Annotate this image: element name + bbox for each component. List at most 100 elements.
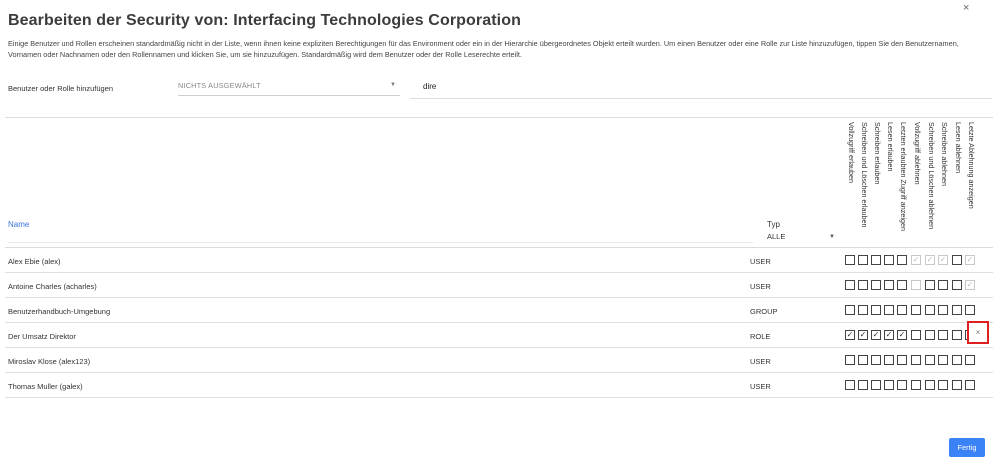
permission-checkbox[interactable]: ✓ [871,330,881,340]
close-dialog-button[interactable]: × [963,2,969,14]
permission-checkbox[interactable] [858,355,868,365]
permission-checkbox[interactable] [897,305,907,315]
permission-checkbox[interactable] [858,255,868,265]
add-user-role-label: Benutzer oder Rolle hinzufügen [8,84,114,93]
add-select-value: NICHTS AUSGEWÄHLT [178,81,261,90]
permission-checkbox[interactable] [952,330,962,340]
permission-checkbox: ✓ [925,255,935,265]
permission-checkbox[interactable]: ✓ [845,330,855,340]
permission-checkbox[interactable] [952,280,962,290]
permission-checkbox [911,280,921,290]
permission-checkbox[interactable] [884,355,894,365]
permission-column-header: Lesen erlauben [884,122,897,242]
permission-checkbox[interactable] [925,380,935,390]
table-row: Der Umsatz Direktor ROLE ✓ ✓ ✓ ✓ ✓ [5,323,993,348]
add-user-role-select[interactable]: NICHTS AUSGEWÄHLT ▼ [178,78,400,96]
permission-checkbox[interactable]: ✓ [858,330,868,340]
permission-checkbox[interactable] [845,255,855,265]
permission-column-header: Letzte Ablehnung anzeigen [965,122,978,242]
row-name: Benutzerhandbuch-Umgebung [8,307,111,316]
permission-column-label: Vollzugriff ablehnen [913,122,922,185]
permission-checkbox[interactable]: ✓ [884,330,894,340]
row-name: Thomas Muller (galex) [8,382,83,391]
permission-checkbox[interactable] [858,305,868,315]
permission-checkbox[interactable] [884,380,894,390]
row-type: USER [750,357,771,366]
dialog-description: Einige Benutzer und Rollen erscheinen st… [8,39,959,59]
permission-checkbox: ✓ [965,280,975,290]
row-name: Antoine Charles (acharles) [8,282,97,291]
permission-checkbox[interactable] [858,380,868,390]
permission-checkbox[interactable] [925,280,935,290]
permission-checkbox[interactable] [845,355,855,365]
permission-checkbox: ✓ [911,255,921,265]
permission-checkbox[interactable] [952,255,962,265]
row-name: Miroslav Klose (alex123) [8,357,91,366]
permission-checkbox[interactable] [925,305,935,315]
permission-checkbox[interactable] [871,255,881,265]
type-filter-value: ALLE [767,232,786,241]
permission-checkbox[interactable] [965,305,975,315]
permission-checkbox[interactable] [871,355,881,365]
permission-checkbox[interactable] [911,355,921,365]
permission-column-header: Lesen ablehnen [952,122,965,242]
remove-row-button[interactable]: × [967,321,989,344]
permission-column-header: Schreiben ablehnen [938,122,951,242]
name-filter-input[interactable] [8,231,753,243]
permission-checkbox[interactable] [925,355,935,365]
permission-column-label: Vollzugriff erlauben [847,122,856,184]
permission-checkbox[interactable] [938,330,948,340]
permission-column-header: Schreiben und Löschen erlauben [858,122,871,242]
user-role-search-input[interactable] [410,78,992,99]
permission-checkbox[interactable] [897,280,907,290]
permission-column-label: Letzte Ablehnung anzeigen [967,122,976,209]
permission-column-label: Schreiben erlauben [873,122,882,185]
permission-checkbox[interactable] [845,380,855,390]
permission-checkbox[interactable] [858,280,868,290]
permission-checkbox[interactable] [871,305,881,315]
permission-checkbox[interactable] [897,355,907,365]
permission-column-header: Vollzugriff erlauben [845,122,858,242]
permission-checkbox[interactable] [845,305,855,315]
row-name: Der Umsatz Direktor [8,332,76,341]
permission-checkbox[interactable] [911,330,921,340]
table-row: Benutzerhandbuch-Umgebung GROUP [5,298,993,323]
permission-checkbox[interactable] [884,255,894,265]
permission-column-header: Vollzugriff ablehnen [911,122,924,242]
permission-checkbox[interactable] [897,255,907,265]
permission-checkbox[interactable] [965,380,975,390]
permission-checkbox[interactable] [938,280,948,290]
permission-column-label: Schreiben und Löschen erlauben [860,122,869,228]
row-type: USER [750,257,771,266]
name-column-header[interactable]: Name [8,220,29,229]
permission-checkbox[interactable] [938,380,948,390]
permission-checkbox[interactable] [884,305,894,315]
permission-column-label: Lesen erlauben [886,122,895,172]
chevron-down-icon: ▼ [829,234,835,240]
permission-checkbox[interactable] [952,355,962,365]
row-name: Alex Ebie (alex) [8,257,61,266]
permission-checkbox[interactable]: ✓ [897,330,907,340]
done-button[interactable]: Fertig [949,438,985,457]
permission-checkbox[interactable] [871,380,881,390]
permission-checkbox[interactable] [884,280,894,290]
permission-checkbox[interactable] [911,380,921,390]
permission-checkbox[interactable] [952,380,962,390]
permission-checkbox: ✓ [965,255,975,265]
permission-checkbox[interactable] [952,305,962,315]
permission-checkbox[interactable] [871,280,881,290]
permission-checkbox[interactable] [938,355,948,365]
type-filter-select[interactable]: ALLE ▼ [767,232,837,244]
table-row: Alex Ebie (alex) USER ✓ ✓ ✓ ✓ [5,248,993,273]
chevron-down-icon: ▼ [390,82,396,88]
permission-checkbox[interactable] [938,305,948,315]
permission-checkbox[interactable] [897,380,907,390]
dialog-title: Bearbeiten der Security von: Interfacing… [8,12,521,29]
permission-checkbox[interactable] [965,355,975,365]
permission-column-header: Letzten erlaubten Zugriff anzeigen [897,122,910,242]
row-type: USER [750,282,771,291]
permission-checkbox[interactable] [845,280,855,290]
permission-column-header: Schreiben und Löschen ablehnen [925,122,938,242]
permission-checkbox[interactable] [911,305,921,315]
permission-checkbox[interactable] [925,330,935,340]
